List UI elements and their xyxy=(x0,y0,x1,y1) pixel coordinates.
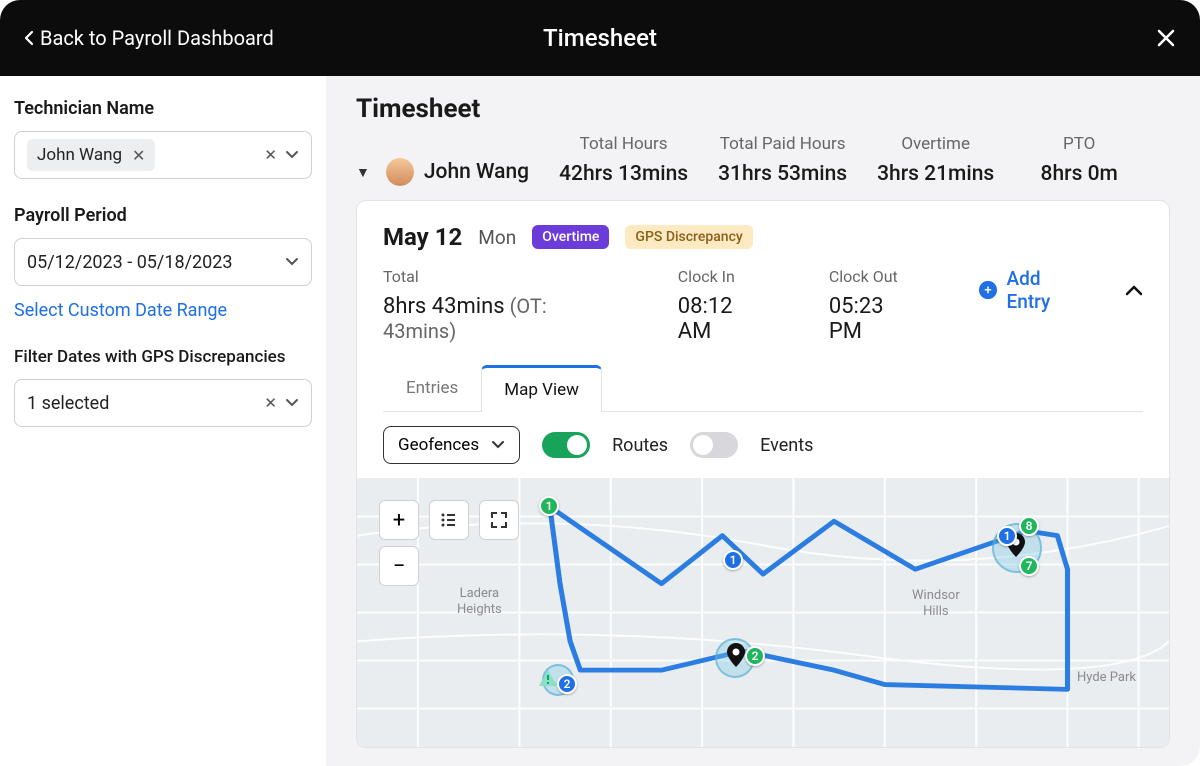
gps-filter-select[interactable]: 1 selected ✕ xyxy=(14,379,312,427)
stat-pto: PTO 8hrs 0m xyxy=(1024,134,1134,186)
gps-filter-value: 1 selected xyxy=(27,393,109,414)
tab-map-view[interactable]: Map View xyxy=(481,365,602,412)
technician-summary[interactable]: ▼ John Wang xyxy=(356,158,529,186)
back-label: Back to Payroll Dashboard xyxy=(40,26,274,50)
list-icon xyxy=(439,510,459,530)
chevron-down-icon[interactable] xyxy=(285,398,299,408)
clock-in-value: 08:12 AM xyxy=(678,294,769,344)
stat-overtime: Overtime 3hrs 21mins xyxy=(877,134,994,186)
back-button[interactable]: Back to Payroll Dashboard xyxy=(24,26,274,50)
day-clock-out: Clock Out 05:23 PM xyxy=(829,267,920,344)
zoom-out-button[interactable]: − xyxy=(379,546,419,586)
caret-down-icon[interactable]: ▼ xyxy=(356,164,370,181)
day-total-value: 8hrs 43mins (OT: 43mins) xyxy=(383,294,618,344)
stat-label: Total Hours xyxy=(580,134,668,154)
payroll-period-label: Payroll Period xyxy=(14,205,312,226)
chip-remove-icon[interactable]: ✕ xyxy=(132,146,145,165)
warning-icon xyxy=(539,670,557,686)
map-toolbar: Geofences Routes Events xyxy=(357,412,1169,478)
main-content: Timesheet ▼ John Wang Total Hours 42hrs … xyxy=(326,76,1200,766)
stat-label: Overtime xyxy=(901,134,970,154)
close-icon xyxy=(1156,28,1176,48)
stat-paid-hours: Total Paid Hours 31hrs 53mins xyxy=(718,134,847,186)
map-label-ladera: Ladera Heights xyxy=(457,586,502,617)
fullscreen-button[interactable] xyxy=(479,500,519,540)
marker-1b-blue[interactable]: 1 xyxy=(997,526,1017,546)
payroll-period-select[interactable]: 05/12/2023 - 05/18/2023 xyxy=(14,238,312,286)
custom-date-range-link[interactable]: Select Custom Date Range xyxy=(14,300,227,321)
marker-2-green[interactable]: 2 xyxy=(745,646,765,666)
clear-icon[interactable]: ✕ xyxy=(264,146,277,164)
day-total-label: Total xyxy=(383,267,618,286)
zoom-in-button[interactable]: + xyxy=(379,500,419,540)
stat-total-hours: Total Hours 42hrs 13mins xyxy=(559,134,688,186)
technician-chip: John Wang ✕ xyxy=(27,139,155,171)
stat-value: 31hrs 53mins xyxy=(718,162,847,186)
main-title: Timesheet xyxy=(356,94,1170,124)
legend-button[interactable] xyxy=(429,500,469,540)
clear-icon[interactable]: ✕ xyxy=(264,394,277,412)
page-title: Timesheet xyxy=(543,24,657,52)
map-controls: + − xyxy=(379,500,519,586)
add-entry-label: Add Entry xyxy=(1007,267,1085,313)
tab-entries[interactable]: Entries xyxy=(383,365,481,412)
chevron-down-icon[interactable] xyxy=(285,257,299,267)
day-of-week: Mon xyxy=(478,226,516,249)
gps-discrepancy-badge: GPS Discrepancy xyxy=(625,225,752,249)
geofences-dropdown[interactable]: Geofences xyxy=(383,426,520,464)
marker-7-green[interactable]: 7 xyxy=(1019,556,1039,576)
stat-value: 3hrs 21mins xyxy=(877,162,994,186)
technician-name: John Wang xyxy=(424,160,529,184)
map-label-hyde: Hyde Park xyxy=(1077,670,1136,686)
stat-label: Total Paid Hours xyxy=(720,134,846,154)
filters-sidebar: Technician Name John Wang ✕ ✕ Payroll Pe… xyxy=(0,76,326,766)
day-date: May 12 xyxy=(383,223,462,251)
events-label: Events xyxy=(760,435,813,456)
stat-label: PTO xyxy=(1063,134,1095,154)
day-total: Total 8hrs 43mins (OT: 43mins) xyxy=(383,267,618,344)
add-entry-button[interactable]: + Add Entry xyxy=(979,267,1143,313)
avatar xyxy=(386,158,414,186)
technician-select[interactable]: John Wang ✕ ✕ xyxy=(14,131,312,179)
marker-2-blue[interactable]: 2 xyxy=(557,674,577,694)
clock-out-value: 05:23 PM xyxy=(829,294,920,344)
chevron-up-icon xyxy=(1125,284,1143,296)
technician-name-label: Technician Name xyxy=(14,98,312,119)
collapse-button[interactable] xyxy=(1125,284,1143,296)
close-button[interactable] xyxy=(1156,28,1176,48)
stat-value: 42hrs 13mins xyxy=(559,162,688,186)
day-total-main: 8hrs 43mins xyxy=(383,294,505,319)
map-label-windsor: Windsor Hills xyxy=(912,588,960,619)
overtime-badge: Overtime xyxy=(532,225,609,249)
chevron-down-icon xyxy=(491,440,505,450)
day-card: May 12 Mon Overtime GPS Discrepancy Tota… xyxy=(356,200,1170,748)
stat-value: 8hrs 0m xyxy=(1041,162,1118,186)
routes-toggle[interactable] xyxy=(542,432,590,458)
marker-8-green[interactable]: 8 xyxy=(1019,516,1039,536)
routes-label: Routes xyxy=(612,435,668,456)
day-tabs: Entries Map View xyxy=(383,364,1143,412)
expand-icon xyxy=(489,510,509,530)
technician-chip-label: John Wang xyxy=(37,145,122,165)
chevron-down-icon[interactable] xyxy=(285,150,299,160)
geofences-label: Geofences xyxy=(398,435,479,455)
map-view[interactable]: Ladera Heights Windsor Hills Hyde Park +… xyxy=(357,478,1169,747)
app-header: Back to Payroll Dashboard Timesheet xyxy=(0,0,1200,76)
marker-1-blue[interactable]: 1 xyxy=(723,550,743,570)
payroll-period-value: 05/12/2023 - 05/18/2023 xyxy=(27,252,232,273)
gps-filter-label: Filter Dates with GPS Discrepancies xyxy=(14,347,312,367)
chevron-left-icon xyxy=(24,30,34,46)
summary-row: ▼ John Wang Total Hours 42hrs 13mins Tot… xyxy=(356,134,1170,186)
clock-out-label: Clock Out xyxy=(829,267,920,286)
route-path xyxy=(550,507,1068,690)
events-toggle[interactable] xyxy=(690,432,738,458)
pin-icon xyxy=(727,643,745,667)
day-clock-in: Clock In 08:12 AM xyxy=(678,267,769,344)
plus-circle-icon: + xyxy=(979,281,996,299)
clock-in-label: Clock In xyxy=(678,267,769,286)
marker-1-green[interactable]: 1 xyxy=(539,496,559,516)
